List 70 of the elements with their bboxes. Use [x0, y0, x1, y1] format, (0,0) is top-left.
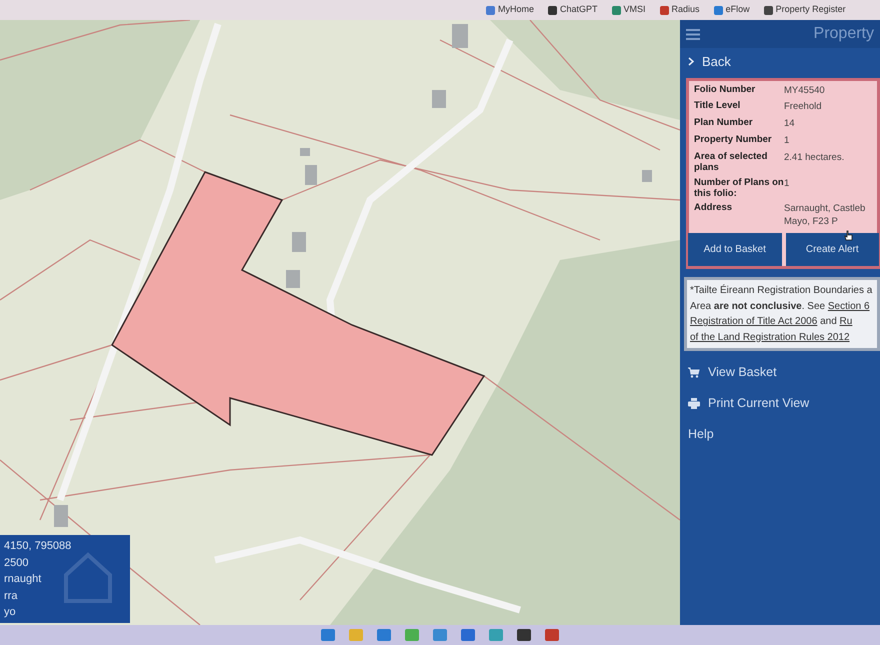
location-text: 4150, 795088: [4, 539, 72, 554]
bookmark-icon: [660, 6, 669, 14]
notice-link[interactable]: Registration of Title Act 2006: [690, 316, 818, 328]
building: [300, 148, 310, 156]
taskbar-icon[interactable]: [489, 629, 503, 641]
notice-link[interactable]: Ru: [840, 316, 852, 328]
card-button[interactable]: Create Alert: [786, 233, 879, 266]
building: [432, 90, 446, 108]
notice-link[interactable]: of the Land Registration Rules 2012: [690, 332, 850, 343]
taskbar-icon[interactable]: [517, 629, 531, 641]
location-text: rnaught: [4, 572, 42, 587]
detail-value: 1: [784, 178, 790, 191]
card-button[interactable]: Add to Basket: [688, 233, 782, 266]
bookmark-icon: [486, 6, 495, 14]
bookmark-icon: [548, 6, 558, 14]
bookmark-link[interactable]: Property Register: [776, 3, 846, 17]
detail-value: Freehold: [784, 101, 822, 114]
detail-value: MY45540: [784, 84, 825, 98]
detail-label: Property Number: [694, 134, 773, 147]
location-text: yo: [4, 605, 17, 620]
taskbar-icon[interactable]: [433, 629, 447, 641]
detail-label: Address: [694, 203, 734, 216]
map-drawing[interactable]: [0, 20, 680, 625]
detail-value: 1: [784, 134, 790, 148]
menu-link[interactable]: View Basket: [680, 357, 880, 388]
detail-value: 2.41 hectares.: [784, 152, 844, 165]
bookmark-link[interactable]: Radius: [672, 3, 700, 17]
bookmark-icon: [612, 6, 621, 14]
building: [54, 505, 68, 527]
bookmark-icon: [714, 6, 723, 14]
detail-label: Area of selected plans: [694, 152, 768, 174]
building: [452, 24, 468, 48]
notice-text: and: [819, 316, 838, 328]
detail-label: Number of Plans on this folio:: [694, 178, 784, 200]
panel-title: Property: [814, 24, 874, 44]
cart-icon: [688, 366, 700, 378]
building: [642, 170, 652, 182]
back-link[interactable]: Back: [702, 52, 731, 72]
taskbar-icon[interactable]: [377, 629, 391, 641]
notice-text: . See: [802, 300, 826, 312]
notice-text: *Tailte Éireann Registration Boundaries a: [690, 285, 872, 296]
printer-icon: [688, 398, 700, 409]
bookmark-link[interactable]: VMSI: [624, 3, 646, 17]
building: [305, 165, 317, 185]
building: [292, 232, 306, 252]
location-text: 2500: [4, 556, 30, 570]
notice-link[interactable]: Section 6: [828, 300, 870, 312]
location-text: rra: [4, 588, 18, 604]
building: [286, 270, 300, 288]
menu-link[interactable]: Help: [680, 418, 880, 450]
taskbar-icon[interactable]: [461, 629, 475, 641]
menu-link[interactable]: Print Current View: [680, 388, 880, 419]
chevron-right-icon: [688, 57, 694, 66]
taskbar-icon[interactable]: [545, 629, 559, 641]
bookmark-icon: [764, 6, 773, 14]
bookmark-link[interactable]: MyHome: [498, 3, 534, 17]
taskbar-icon[interactable]: [405, 629, 419, 641]
detail-value: Sarnaught, Castleb Mayo, F23 P: [784, 203, 866, 230]
detail-value: 14: [784, 118, 795, 131]
bookmark-link[interactable]: eFlow: [726, 3, 750, 17]
notice-box: *Tailte Éireann Registration Boundaries a Area are not conclusive. See Section 6 Registration of Title Act 2006 and Ru of the Land Registration Rules 2012: [684, 277, 880, 352]
taskbar-icon[interactable]: [349, 629, 363, 641]
detail-label: Title Level: [694, 101, 742, 114]
taskbar-icon[interactable]: [321, 629, 335, 641]
notice-text: Area: [690, 300, 712, 312]
bookmark-link[interactable]: ChatGPT: [560, 3, 598, 17]
hand-cursor-icon: [844, 230, 853, 242]
detail-label: Folio Number: [694, 84, 756, 96]
detail-label: Plan Number: [694, 118, 754, 130]
menu-icon[interactable]: [686, 28, 700, 40]
